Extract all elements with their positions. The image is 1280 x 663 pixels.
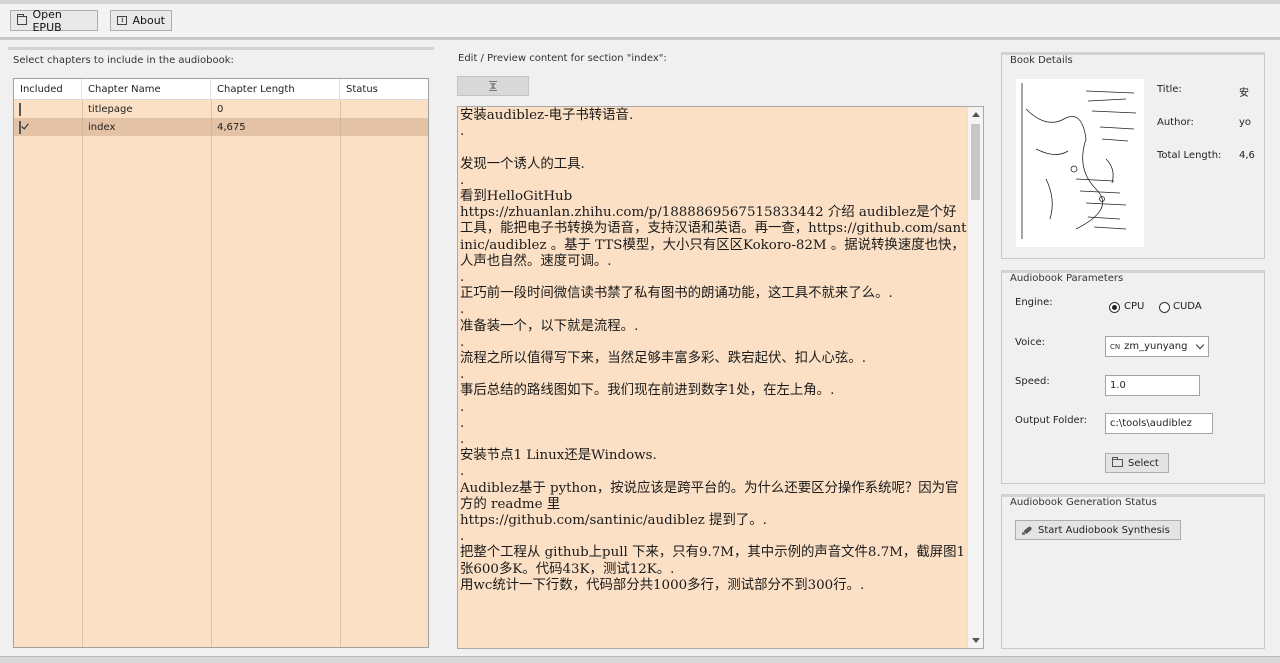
chapters-table-header: Included Chapter Name Chapter Length Sta… <box>14 79 428 100</box>
engine-label: Engine: <box>1015 297 1053 308</box>
scroll-thumb[interactable] <box>971 124 980 200</box>
book-details-title: Book Details <box>1010 55 1073 66</box>
engine-cpu-radio[interactable] <box>1109 302 1120 313</box>
length-label: Total Length: <box>1157 150 1222 161</box>
table-row[interactable]: index 4,675 <box>14 118 428 136</box>
chapter-name: titlepage <box>88 103 133 115</box>
select-label: Select <box>1128 457 1159 469</box>
hourglass-icon <box>489 81 497 91</box>
output-folder-label: Output Folder: <box>1015 415 1088 426</box>
status-title: Audiobook Generation Status <box>1010 497 1157 508</box>
chapters-title: Select chapters to include in the audiob… <box>13 55 234 66</box>
folder-icon <box>1112 457 1123 467</box>
rocket-icon <box>1022 525 1033 536</box>
chapter-name: index <box>88 121 116 133</box>
about-label: About <box>132 14 165 27</box>
chapters-table[interactable]: Included Chapter Name Chapter Length Sta… <box>13 78 429 648</box>
info-icon: i <box>117 16 128 25</box>
table-row[interactable]: titlepage 0 <box>14 100 428 118</box>
author-label: Author: <box>1157 117 1194 128</box>
col-included[interactable]: Included <box>14 79 82 100</box>
content-editor[interactable]: 安装audiblez-电子书转语音. . 发现一个诱人的工具. . 看到Hell… <box>457 106 984 649</box>
editor-title: Edit / Preview content for section "inde… <box>458 53 667 64</box>
include-checkbox[interactable] <box>19 120 21 134</box>
preview-button[interactable] <box>457 76 529 96</box>
editor-scrollbar[interactable] <box>967 107 983 648</box>
include-checkbox[interactable] <box>19 102 21 116</box>
speed-input[interactable]: 1.0 <box>1105 375 1200 396</box>
column-divider <box>211 100 212 647</box>
engine-cuda-radio[interactable] <box>1159 302 1170 313</box>
chapter-length: 0 <box>217 103 224 115</box>
col-chapter-name[interactable]: Chapter Name <box>82 79 211 100</box>
voice-value: zm_yunyang <box>1124 341 1188 352</box>
open-epub-label: Open EPUB <box>32 7 62 34</box>
scroll-down-icon[interactable] <box>972 638 980 643</box>
chevron-down-icon <box>1195 340 1205 350</box>
about-button[interactable]: i About <box>110 10 172 31</box>
book-cover-image <box>1016 79 1144 247</box>
chapter-length: 4,675 <box>217 121 246 133</box>
engine-cuda-label[interactable]: CUDA <box>1173 301 1202 312</box>
start-synthesis-button[interactable]: Start Audiobook Synthesis <box>1015 520 1181 540</box>
voice-select[interactable]: CN zm_yunyang <box>1105 336 1209 357</box>
title-label: Title: <box>1157 84 1182 95</box>
status-group: Audiobook Generation Status <box>1001 494 1265 649</box>
folder-icon <box>17 14 28 25</box>
col-status[interactable]: Status <box>340 79 428 100</box>
cover-sketch <box>1016 79 1144 247</box>
open-epub-button[interactable]: Open EPUB <box>10 7 98 34</box>
voice-flag: CN <box>1110 342 1121 351</box>
engine-cpu-label[interactable]: CPU <box>1124 301 1144 312</box>
author-value: yo <box>1239 117 1252 128</box>
status-bar <box>0 656 1280 663</box>
start-synthesis-label: Start Audiobook Synthesis <box>1038 524 1170 536</box>
length-value: 4,6 <box>1239 150 1255 161</box>
toolbar: Open EPUB i About <box>0 0 1280 40</box>
output-folder-input[interactable]: c:\tools\audiblez <box>1105 413 1213 434</box>
column-divider <box>340 100 341 647</box>
select-folder-button[interactable]: Select <box>1105 453 1169 473</box>
scroll-up-icon[interactable] <box>972 112 980 117</box>
parameters-title: Audiobook Parameters <box>1010 273 1124 284</box>
column-divider <box>82 100 83 647</box>
col-chapter-length[interactable]: Chapter Length <box>211 79 340 100</box>
voice-label: Voice: <box>1015 337 1045 348</box>
title-value: 安 <box>1239 88 1249 99</box>
speed-label: Speed: <box>1015 376 1050 387</box>
content-text[interactable]: 安装audiblez-电子书转语音. . 发现一个诱人的工具. . 看到Hell… <box>460 108 968 594</box>
